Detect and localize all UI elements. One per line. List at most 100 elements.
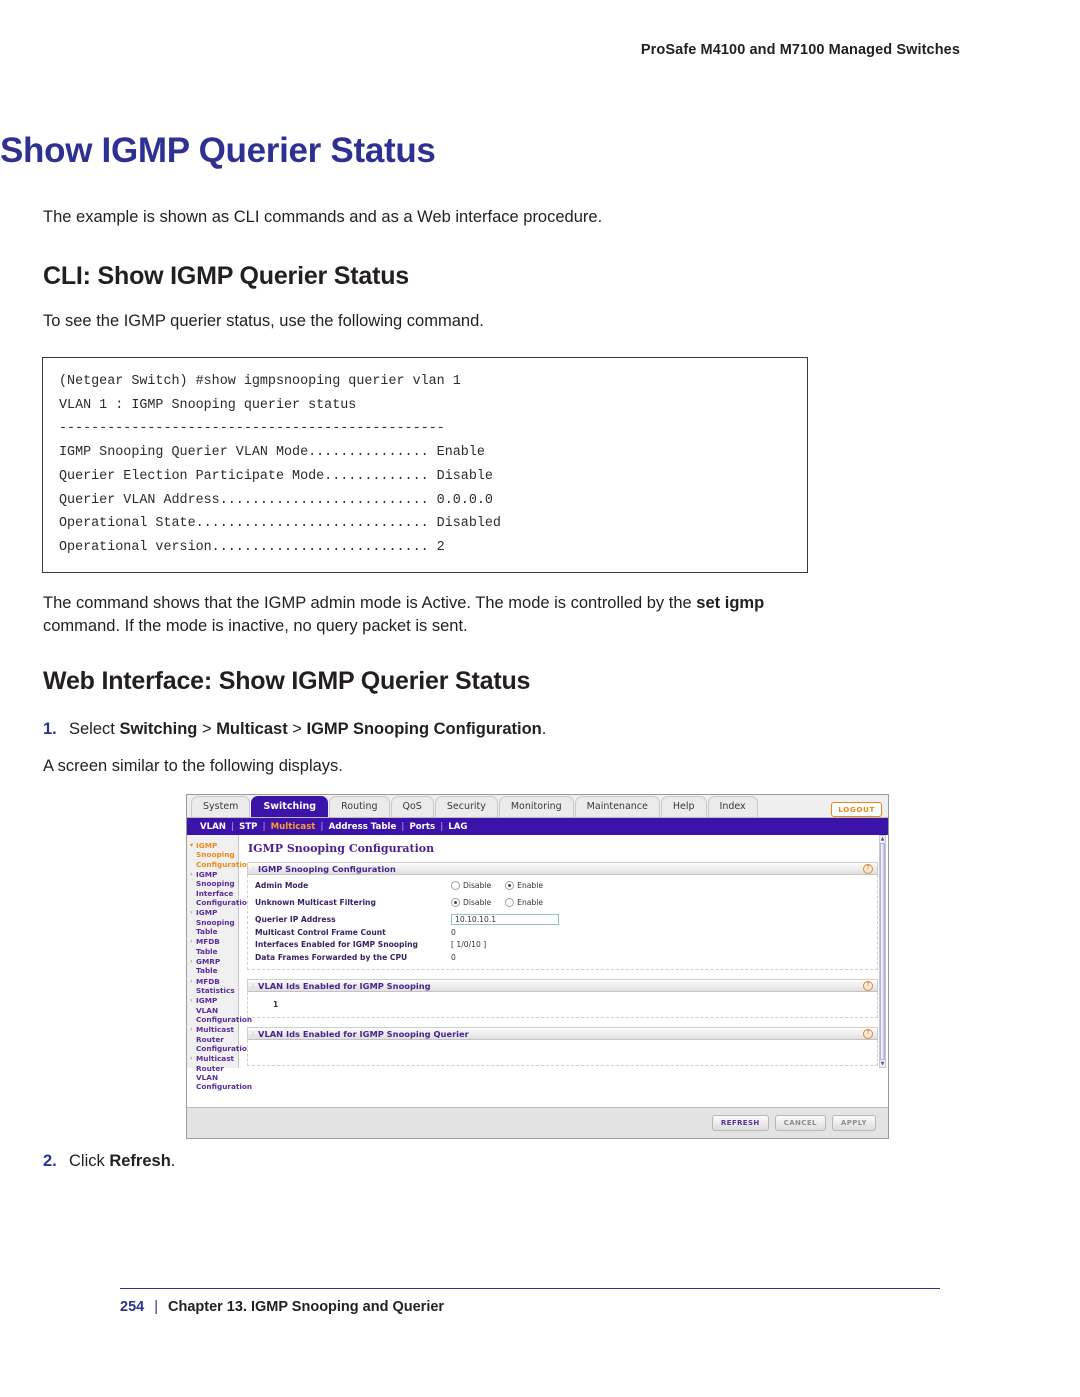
tab-security[interactable]: Security	[434, 796, 498, 817]
sidebar-item-multicast-router-vlan-configuration[interactable]: › Multicast Router VLAN Configuration	[190, 1054, 252, 1091]
caret-right-icon: ›	[190, 996, 193, 1005]
footer-rule	[120, 1288, 940, 1289]
content-heading: IGMP Snooping Configuration	[248, 842, 435, 855]
radio-group-unknown-multicast-filtering: Disable Enable	[451, 898, 557, 907]
radio-label: Enable	[517, 881, 544, 890]
radio-label: Enable	[517, 898, 544, 907]
menu-igmp-snooping-configuration: IGMP Snooping Configuration	[306, 720, 542, 738]
field-label: Data Frames Forwarded by the CPU	[255, 952, 408, 962]
subnav-item-vlan[interactable]: VLAN	[195, 822, 231, 832]
vlan-id-value: 1	[273, 1000, 279, 1009]
tab-help[interactable]: Help	[660, 796, 707, 817]
scroll-up-arrow-icon[interactable]: ▲	[881, 836, 885, 842]
grip-dots-icon: ::	[252, 982, 255, 989]
field-label: Multicast Control Frame Count	[255, 927, 386, 937]
querier-ip-input[interactable]: 10.10.10.1	[451, 914, 559, 925]
tab-monitoring[interactable]: Monitoring	[498, 796, 574, 817]
cli-output-box: (Netgear Switch) #show igmpsnooping quer…	[42, 357, 808, 573]
scrollbar-thumb[interactable]	[880, 843, 885, 1060]
caret-right-icon: ›	[190, 869, 193, 878]
sidebar-item-mfdb-table[interactable]: › MFDB Table	[190, 937, 236, 956]
main-content: IGMP Snooping Configuration :: IGMP Snoo…	[239, 835, 888, 1138]
field-value: [ 1/0/10 ]	[451, 940, 487, 949]
panel-title: VLAN Ids Enabled for IGMP Snooping Queri…	[258, 1028, 469, 1039]
subnav-item-stp[interactable]: STP	[234, 822, 262, 832]
menu-multicast: Multicast	[216, 720, 288, 738]
sidebar-item-igmp-snooping-table[interactable]: › IGMP Snooping Table	[190, 908, 236, 936]
radio-group-admin-mode: Disable Enable	[451, 881, 557, 890]
tab-system[interactable]: System	[191, 796, 251, 817]
radio-label: Disable	[463, 881, 492, 890]
sidebar-item-igmp-snooping-configuration[interactable]: ▾ IGMP Snooping Configuration	[190, 841, 252, 869]
vlan-querier-value	[255, 1045, 871, 1060]
caret-right-icon: ›	[190, 956, 193, 965]
step-2-text-a: Click	[69, 1152, 110, 1170]
field-row-admin-mode: Admin Mode Disable Enable	[255, 880, 871, 891]
radio-icon[interactable]	[451, 881, 460, 890]
subnav-item-ports[interactable]: Ports	[404, 822, 440, 832]
refresh-button[interactable]: REFRESH	[711, 1115, 769, 1131]
panel-title: IGMP Snooping Configuration	[258, 863, 396, 874]
web-ui-screenshot: System Switching Routing QoS Security Mo…	[186, 794, 889, 1139]
page-title: Show IGMP Querier Status	[0, 131, 436, 170]
subnav-item-address-table[interactable]: Address Table	[324, 822, 402, 832]
sidebar-label: MFDB Table	[196, 937, 220, 956]
caret-right-icon: ›	[190, 937, 193, 946]
set-keyword: set	[696, 594, 721, 612]
radio-icon-selected[interactable]	[451, 898, 460, 907]
field-label: Interfaces Enabled for IGMP Snooping	[255, 940, 418, 949]
cli-section-heading: CLI: Show IGMP Querier Status	[43, 262, 410, 290]
logout-button[interactable]: LOGOUT	[831, 802, 882, 817]
help-icon[interactable]: ?	[863, 1028, 873, 1039]
subnav-item-multicast[interactable]: Multicast	[266, 822, 321, 832]
radio-option-admin-disable[interactable]: Disable	[451, 881, 491, 890]
grip-dots-icon: ::	[252, 1030, 255, 1037]
tab-maintenance[interactable]: Maintenance	[574, 796, 660, 817]
footer-separator: |	[154, 1299, 158, 1315]
sidebar-item-igmp-snooping-interface-configuration[interactable]: › IGMP Snooping Interface Configuration	[190, 869, 252, 907]
screen-note: A screen similar to the following displa…	[43, 757, 343, 775]
field-label: Querier IP Address	[255, 915, 336, 924]
subnav-item-lag[interactable]: LAG	[443, 822, 472, 832]
panel-body: Admin Mode Disable Enable Unknown Multic…	[247, 875, 878, 970]
radio-option-admin-enable[interactable]: Enable	[505, 881, 543, 890]
step-1-number: 1.	[43, 720, 57, 738]
sidebar-item-multicast-router-configuration[interactable]: › Multicast Router Configuration	[190, 1025, 252, 1053]
step-1-period: .	[541, 720, 547, 738]
panel-igmp-snooping-configuration: :: IGMP Snooping Configuration ? Admin M…	[247, 862, 878, 970]
panel-vlan-ids-igmp-snooping-querier: :: VLAN Ids Enabled for IGMP Snooping Qu…	[247, 1027, 878, 1066]
caret-right-icon: ›	[190, 908, 193, 917]
panel-vlan-ids-igmp-snooping: :: VLAN Ids Enabled for IGMP Snooping ? …	[247, 979, 878, 1018]
caret-right-icon: ›	[190, 1025, 193, 1034]
radio-option-umf-disable[interactable]: Disable	[451, 898, 491, 907]
field-label: Admin Mode	[255, 881, 309, 890]
panel-body: 1	[247, 992, 878, 1018]
step-1-text-a: Select	[69, 720, 120, 738]
sidebar-item-gmrp-table[interactable]: › GMRP Table	[190, 957, 236, 976]
cli-lead-text: To see the IGMP querier status, use the …	[43, 312, 484, 330]
after-code-text-a: The command shows that the IGMP admin mo…	[43, 594, 697, 612]
cancel-button[interactable]: CANCEL	[774, 1115, 826, 1131]
radio-icon-selected[interactable]	[505, 881, 515, 890]
scroll-down-arrow-icon[interactable]: ▼	[881, 1061, 885, 1067]
radio-option-umf-enable[interactable]: Enable	[505, 898, 543, 907]
sidebar-item-igmp-vlan-configuration[interactable]: › IGMP VLAN Configuration	[190, 996, 252, 1024]
refresh-keyword: Refresh	[109, 1152, 171, 1170]
radio-icon[interactable]	[505, 898, 515, 907]
page-footer: 254 | Chapter 13. IGMP Snooping and Quer…	[120, 1299, 444, 1315]
step-2: 2. Click Refresh.	[43, 1152, 175, 1171]
sidebar-label: IGMP Snooping Table	[196, 908, 235, 936]
vertical-scrollbar[interactable]: ▲ ▼	[879, 835, 886, 1068]
field-label: Unknown Multicast Filtering	[255, 898, 376, 907]
field-row-multicast-control-frame-count: Multicast Control Frame Count 0	[255, 927, 871, 938]
tab-switching[interactable]: Switching	[251, 796, 329, 817]
help-icon[interactable]: ?	[863, 980, 873, 991]
apply-button[interactable]: APPLY	[831, 1115, 876, 1131]
step-1: 1. Select Switching > Multicast > IGMP Sn…	[43, 720, 546, 739]
help-icon[interactable]: ?	[863, 863, 873, 874]
tab-routing[interactable]: Routing	[329, 796, 390, 817]
tab-qos[interactable]: QoS	[390, 796, 434, 817]
tab-index[interactable]: Index	[707, 796, 758, 817]
menu-sep-1: >	[197, 720, 217, 738]
sidebar-item-mfdb-statistics[interactable]: › MFDB Statistics	[190, 977, 236, 996]
